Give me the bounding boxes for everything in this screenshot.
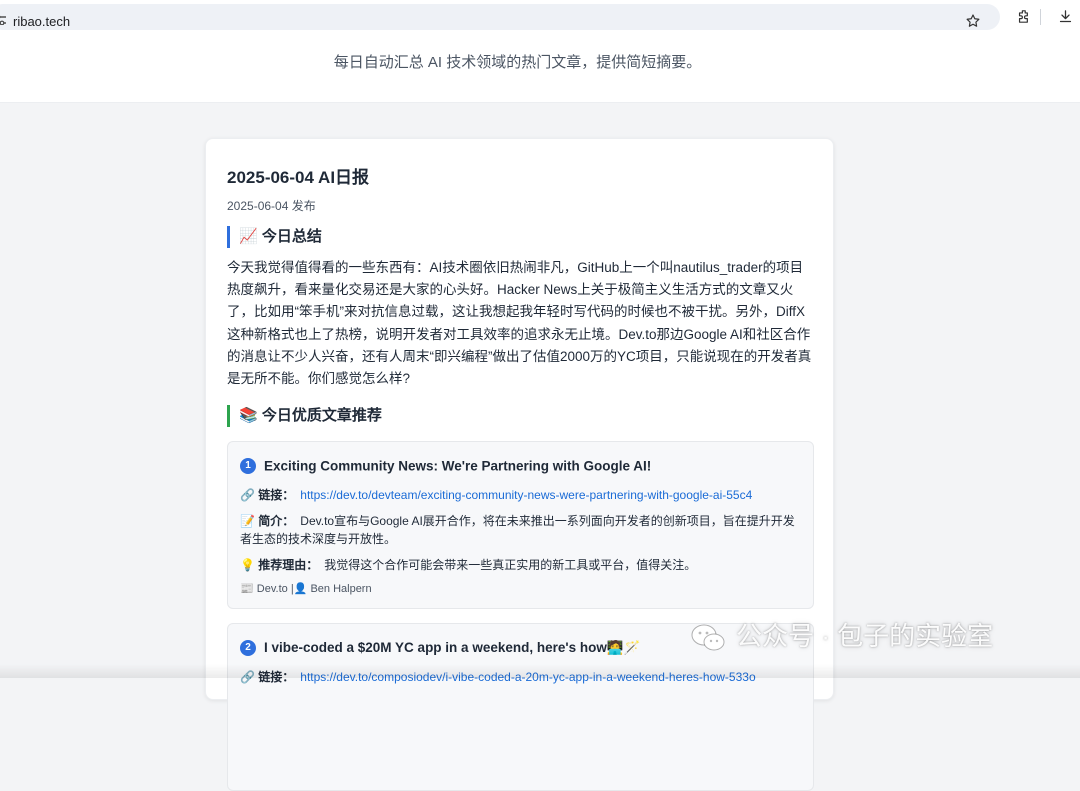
article-reason: 我觉得这个合作可能会带来一些真正实用的新工具或平台，值得关注。 — [324, 558, 697, 572]
article-header: 1 Exciting Community News: We're Partneri… — [240, 457, 651, 477]
recommend-heading: 📚 今日优质文章推荐 — [227, 405, 382, 427]
newspaper-icon: 📰 — [240, 582, 254, 595]
article-number-badge: 1 — [240, 457, 256, 474]
extensions-icon[interactable] — [1016, 8, 1033, 25]
site-info-icon[interactable] — [0, 15, 6, 25]
article-intro-row: 📝 简介： Dev.to宣布与Google AI展开合作，将在未来推出一系列面向开… — [240, 512, 802, 548]
publish-date: 2025-06-04 发布 — [227, 199, 316, 213]
browser-toolbar: ribao.tech — [0, 0, 1080, 34]
article-meta: 📰 Dev.to |👤 Ben Halpern — [240, 582, 372, 595]
article-card: 1 Exciting Community News: We're Partneri… — [227, 441, 814, 609]
intro-label: 📝 简介： — [240, 514, 295, 528]
watermark-text: 公众号 · 包子的实验室 — [736, 621, 994, 651]
download-icon[interactable] — [1057, 8, 1074, 25]
article-reason-row: 💡 推荐理由： 我觉得这个合作可能会带来一些真正实用的新工具或平台，值得关注。 — [240, 556, 802, 574]
article-link-row: 🔗 链接： https://dev.to/devteam/exciting-com… — [240, 486, 802, 504]
article-header: 2 I vibe-coded a $20M YC app in a weekend… — [240, 639, 640, 659]
summary-text: 今天我觉得值得看的一些东西有：AI技术圈依旧热闹非凡，GitHub上一个叫nau… — [227, 260, 812, 387]
person-icon: 👤 — [293, 582, 308, 595]
bottom-shadow — [0, 664, 1080, 678]
article-title[interactable]: Exciting Community News: We're Partnerin… — [264, 458, 651, 473]
article-number-badge: 2 — [240, 639, 256, 656]
link-label: 🔗 链接： — [240, 488, 295, 502]
article-intro: Dev.to宣布与Google AI展开合作，将在未来推出一系列面向开发者的创新… — [240, 514, 795, 546]
wechat-icon — [691, 624, 725, 651]
summary-heading: 📈 今日总结 — [227, 226, 322, 248]
article-title[interactable]: I vibe-coded a $20M YC app in a weekend,… — [264, 640, 640, 655]
watermark: 公众号 · 包子的实验室 — [690, 616, 993, 652]
site-tagline: 每日自动汇总 AI 技术领域的热门文章，提供简短摘要。 — [333, 54, 702, 71]
report-title: 2025-06-04 AI日报 — [227, 168, 370, 187]
url-text[interactable]: ribao.tech — [13, 14, 70, 29]
article-link[interactable]: https://dev.to/devteam/exciting-communit… — [300, 488, 752, 502]
article-source: Dev.to — [256, 583, 288, 595]
address-bar[interactable]: ribao.tech — [0, 4, 1000, 30]
star-icon[interactable] — [965, 13, 981, 29]
toolbar-divider — [1040, 9, 1041, 25]
site-header: 每日自动汇总 AI 技术领域的热门文章，提供简短摘要。 — [0, 34, 1080, 103]
reason-label: 💡 推荐理由： — [240, 558, 319, 572]
article-author: Ben Halpern — [310, 583, 372, 595]
